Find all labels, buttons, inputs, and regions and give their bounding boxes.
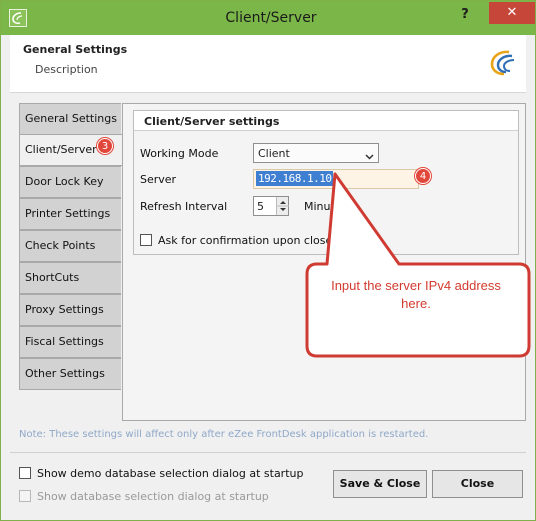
refresh-interval-label: Refresh Interval (140, 200, 228, 213)
nav-item-label: Printer Settings (25, 207, 111, 220)
nav-item-door-lock-key[interactable]: Door Lock Key (19, 166, 121, 198)
show-demo-db-label: Show demo database selection dialog at s… (37, 467, 304, 480)
title-bar[interactable]: Client/Server ? ✕ (1, 1, 535, 35)
nav-item-label: Client/Server (25, 143, 97, 156)
group-title: Client/Server settings (134, 111, 518, 131)
nav-item-label: Fiscal Settings (25, 335, 104, 348)
nav-item-label: Other Settings (25, 367, 105, 380)
save-close-button[interactable]: Save & Close (333, 470, 427, 498)
stepper-arrows-icon (277, 201, 289, 211)
settings-window: Client/Server ? ✕ General Settings Descr… (0, 0, 536, 521)
ezee-logo-icon (487, 49, 517, 80)
restart-note: Note: These settings will affect only af… (19, 429, 429, 440)
nav-item-fiscal-settings[interactable]: Fiscal Settings (19, 326, 121, 358)
nav-item-label: Door Lock Key (25, 175, 104, 188)
show-demo-db-checkbox[interactable] (19, 467, 31, 479)
footer-divider (10, 452, 526, 453)
help-button[interactable]: ? (457, 7, 473, 25)
stepper-buttons[interactable] (276, 197, 289, 215)
show-db-checkbox[interactable] (19, 490, 31, 502)
window-close-button[interactable]: ✕ (489, 2, 535, 24)
settings-nav: General Settings Client/Server Door Lock… (19, 103, 123, 391)
working-mode-label: Working Mode (140, 147, 219, 160)
settings-header: General Settings Description (10, 35, 526, 93)
header-title: General Settings (23, 43, 128, 56)
nav-item-printer-settings[interactable]: Printer Settings (19, 198, 121, 230)
nav-item-label: ShortCuts (25, 271, 80, 284)
refresh-interval-value: 5 (257, 200, 264, 213)
header-description: Description (35, 63, 98, 76)
callout-text: Input the server IPv4 address here. (331, 278, 501, 311)
refresh-interval-stepper[interactable]: 5 (253, 196, 289, 216)
nav-item-other-settings[interactable]: Other Settings (19, 358, 121, 390)
step-badge-nav: 3 (97, 138, 113, 154)
server-label: Server (140, 173, 177, 186)
nav-item-label: Check Points (25, 239, 96, 252)
show-db-label: Show database selection dialog at startu… (37, 490, 269, 503)
nav-item-label: Proxy Settings (25, 303, 104, 316)
working-mode-value: Client (258, 147, 290, 160)
close-button[interactable]: Close (432, 470, 523, 498)
nav-item-proxy-settings[interactable]: Proxy Settings (19, 294, 121, 326)
nav-item-label: General Settings (25, 112, 117, 125)
confirm-close-shift-checkbox[interactable] (140, 234, 152, 246)
nav-item-shortcuts[interactable]: ShortCuts (19, 262, 121, 294)
working-mode-select[interactable]: Client (253, 143, 379, 163)
nav-item-check-points[interactable]: Check Points (19, 230, 121, 262)
chevron-down-icon (365, 150, 374, 163)
window-title: Client/Server (225, 10, 317, 26)
nav-item-general-settings[interactable]: General Settings (19, 103, 121, 135)
callout-bubble (305, 172, 531, 358)
